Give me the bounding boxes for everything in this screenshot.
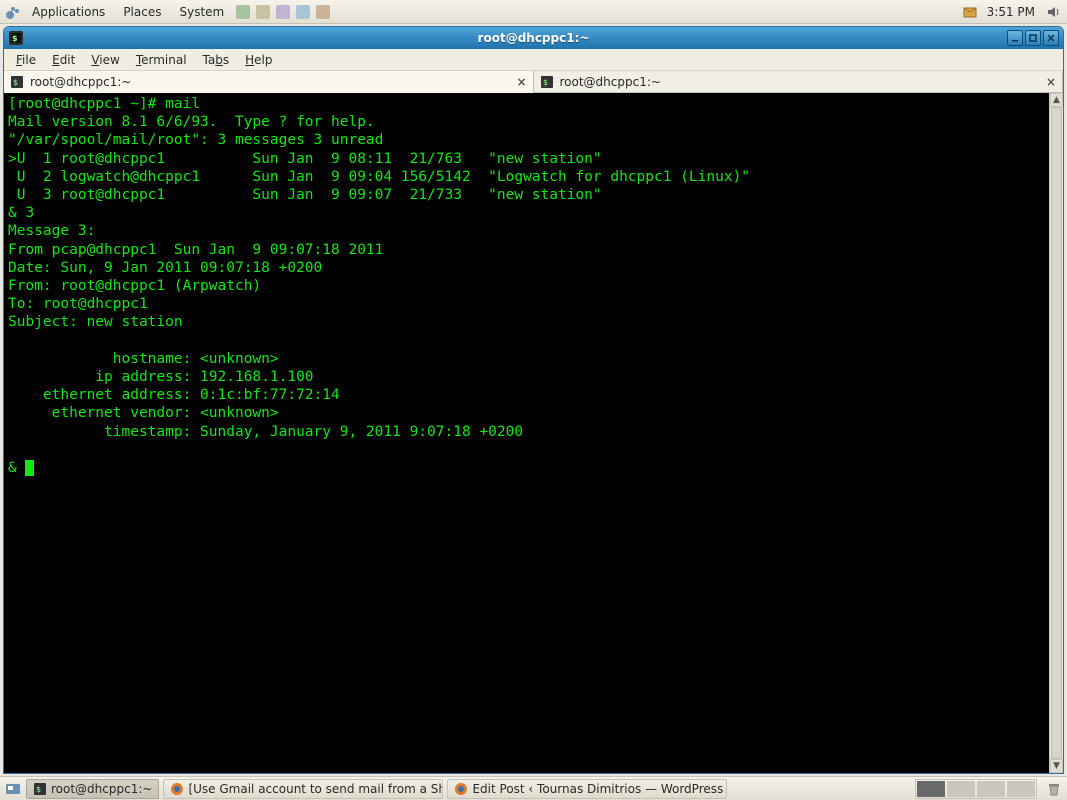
terminal-icon: $ bbox=[540, 75, 554, 89]
tab-label: root@dhcppc1:~ bbox=[30, 75, 131, 89]
launcher-icon-4[interactable] bbox=[295, 4, 311, 20]
scroll-track[interactable] bbox=[1050, 107, 1063, 759]
svg-text:$: $ bbox=[543, 78, 548, 87]
firefox-icon bbox=[454, 782, 468, 796]
menu-terminal[interactable]: Terminal bbox=[128, 51, 195, 69]
window-title: root@dhcppc1:~ bbox=[4, 31, 1063, 45]
trash-icon[interactable] bbox=[1045, 780, 1063, 798]
task-label: [Use Gmail account to send mail from a S… bbox=[188, 782, 443, 796]
firefox-icon bbox=[170, 782, 184, 796]
menu-help[interactable]: Help bbox=[237, 51, 280, 69]
terminal-icon: $ bbox=[10, 75, 24, 89]
terminal-window: $ root@dhcppc1:~ File Edit View Terminal… bbox=[3, 26, 1064, 774]
workspace-switcher bbox=[915, 779, 1037, 799]
minimize-button[interactable] bbox=[1007, 30, 1023, 46]
menu-edit[interactable]: Edit bbox=[44, 51, 83, 69]
show-desktop-button[interactable] bbox=[5, 781, 21, 797]
gnome-top-panel: Applications Places System 3:51 PM bbox=[0, 0, 1067, 24]
window-titlebar[interactable]: $ root@dhcppc1:~ bbox=[4, 27, 1063, 49]
tab-strip: $ root@dhcppc1:~ × $ root@dhcppc1:~ × bbox=[4, 71, 1063, 93]
terminal-output[interactable]: [root@dhcppc1 ~]# mail Mail version 8.1 … bbox=[4, 93, 1049, 773]
task-label: root@dhcppc1:~ bbox=[51, 782, 152, 796]
launcher-icon-1[interactable] bbox=[235, 4, 251, 20]
workspace-1[interactable] bbox=[917, 781, 945, 797]
menu-view[interactable]: View bbox=[83, 51, 127, 69]
volume-icon[interactable] bbox=[1046, 4, 1062, 20]
taskbar-item-firefox-1[interactable]: [Use Gmail account to send mail from a S… bbox=[163, 779, 443, 799]
scroll-up-button[interactable]: ▲ bbox=[1050, 93, 1063, 107]
terminal-icon: $ bbox=[8, 30, 24, 46]
svg-text:$: $ bbox=[12, 34, 18, 43]
maximize-button[interactable] bbox=[1025, 30, 1041, 46]
gnome-bottom-panel: $ root@dhcppc1:~ [Use Gmail account to s… bbox=[0, 776, 1067, 800]
menu-file[interactable]: File bbox=[8, 51, 44, 69]
package-updates-icon[interactable] bbox=[962, 4, 978, 20]
taskbar-item-terminal[interactable]: $ root@dhcppc1:~ bbox=[26, 779, 159, 799]
foot-icon[interactable] bbox=[5, 4, 21, 20]
task-label: Edit Post ‹ Tournas Dimitrios — WordPres… bbox=[472, 782, 727, 796]
scrollbar: ▲ ▼ bbox=[1049, 93, 1063, 773]
menu-system[interactable]: System bbox=[171, 3, 232, 21]
menu-applications[interactable]: Applications bbox=[24, 3, 113, 21]
tab-close-icon[interactable]: × bbox=[1046, 75, 1056, 89]
taskbar-item-firefox-2[interactable]: Edit Post ‹ Tournas Dimitrios — WordPres… bbox=[447, 779, 727, 799]
scroll-down-button[interactable]: ▼ bbox=[1050, 759, 1063, 773]
workspace-2[interactable] bbox=[947, 781, 975, 797]
workspace-4[interactable] bbox=[1007, 781, 1035, 797]
window-menubar: File Edit View Terminal Tabs Help bbox=[4, 49, 1063, 71]
close-button[interactable] bbox=[1043, 30, 1059, 46]
terminal-icon: $ bbox=[33, 782, 47, 796]
tab-close-icon[interactable]: × bbox=[516, 75, 526, 89]
launcher-icon-3[interactable] bbox=[275, 4, 291, 20]
menu-tabs[interactable]: Tabs bbox=[195, 51, 238, 69]
svg-text:$: $ bbox=[36, 785, 41, 794]
terminal-cursor bbox=[25, 460, 34, 476]
scroll-thumb[interactable] bbox=[1051, 107, 1062, 759]
launcher-icon-2[interactable] bbox=[255, 4, 271, 20]
menu-places[interactable]: Places bbox=[115, 3, 169, 21]
svg-text:$: $ bbox=[13, 78, 18, 87]
workspace-3[interactable] bbox=[977, 781, 1005, 797]
clock[interactable]: 3:51 PM bbox=[987, 5, 1037, 19]
tab-label: root@dhcppc1:~ bbox=[560, 75, 661, 89]
tab-2[interactable]: $ root@dhcppc1:~ × bbox=[534, 71, 1064, 92]
tab-1[interactable]: $ root@dhcppc1:~ × bbox=[4, 71, 534, 93]
launcher-icon-5[interactable] bbox=[315, 4, 331, 20]
